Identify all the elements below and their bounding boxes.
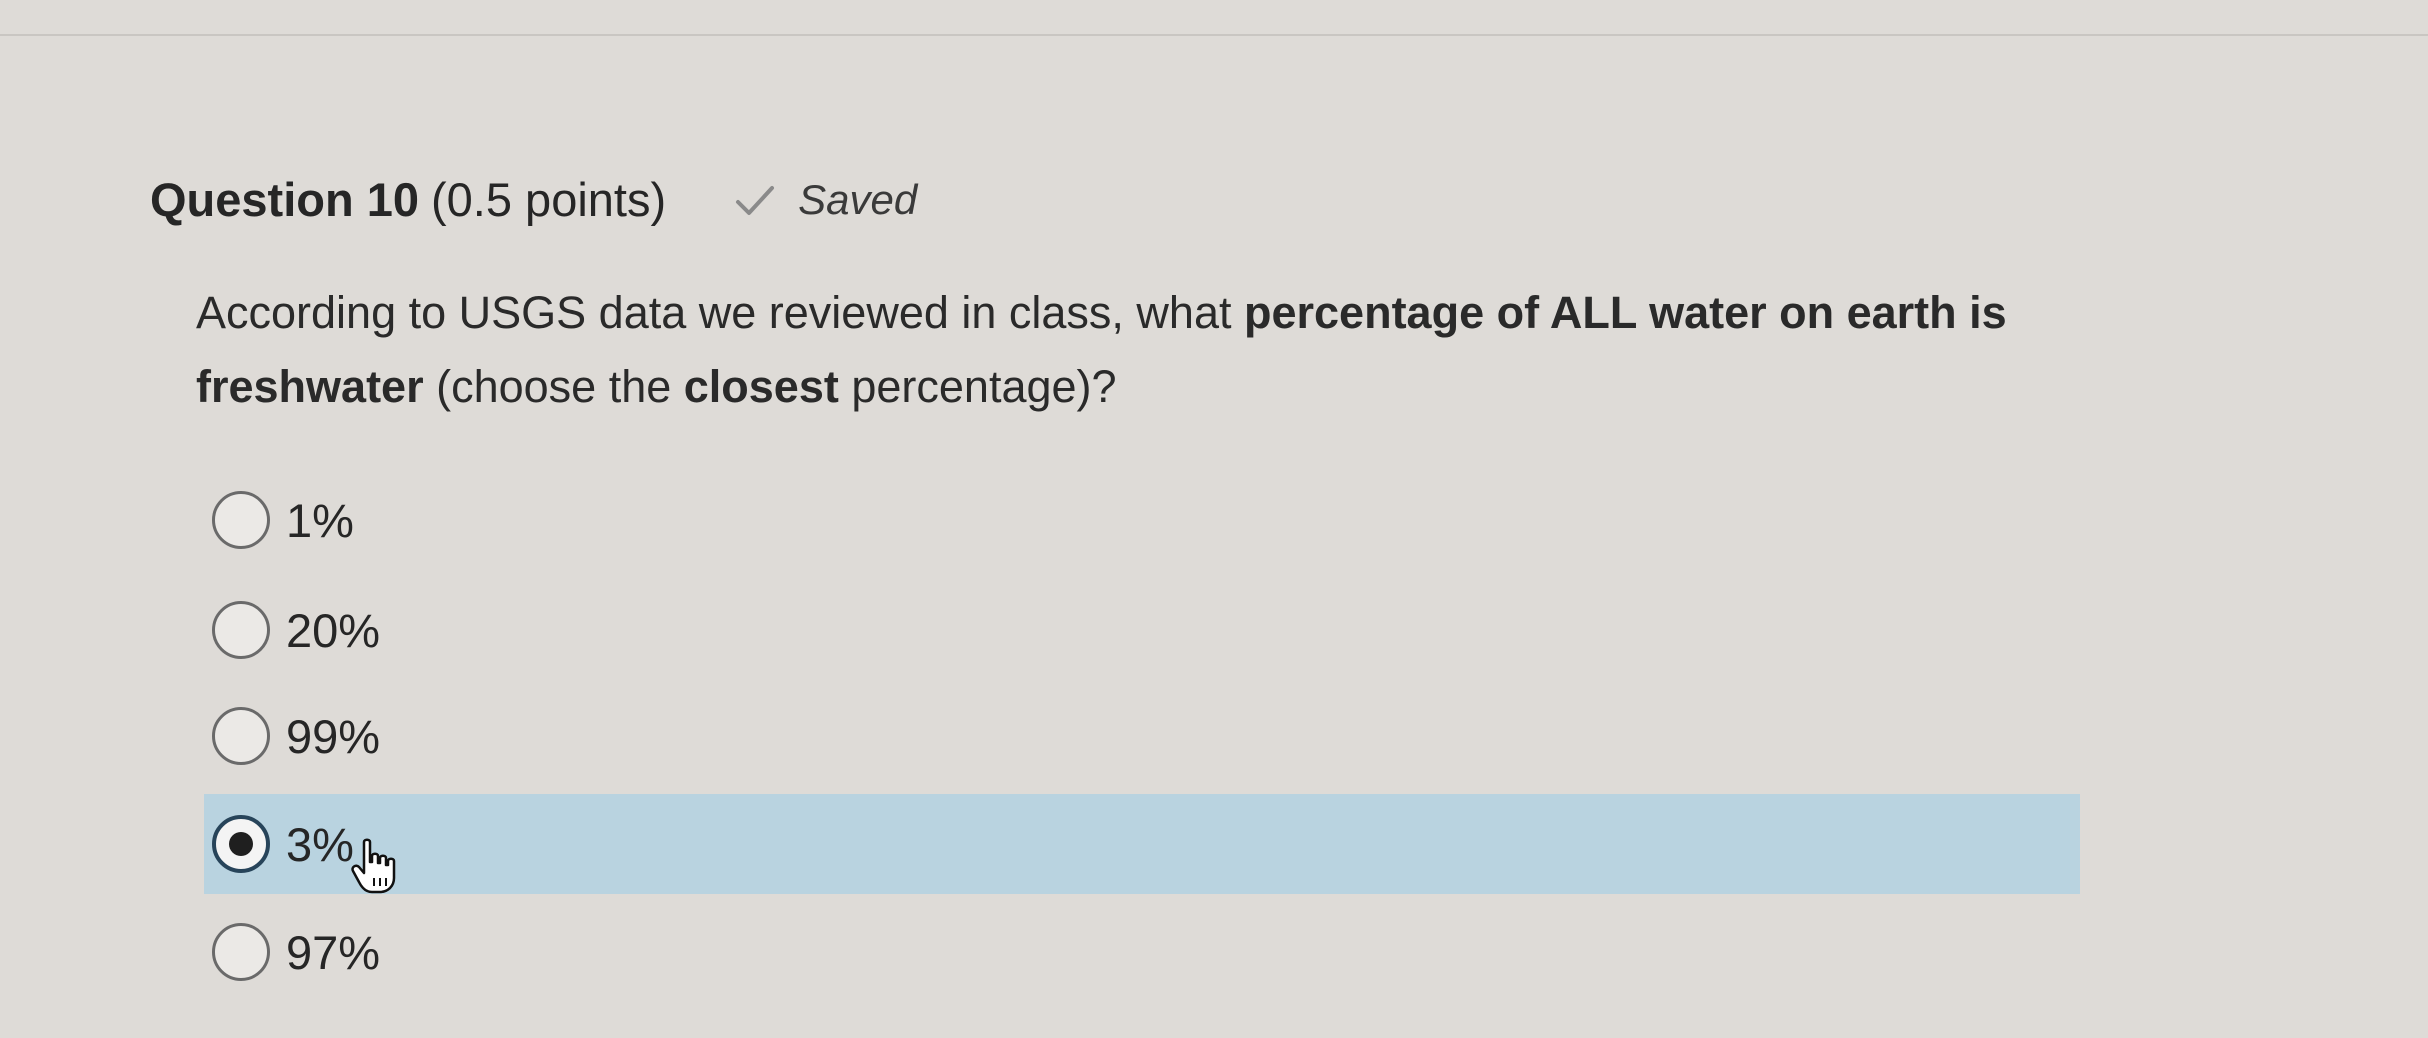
question-prompt: According to USGS data we reviewed in cl… bbox=[196, 276, 2096, 424]
question-header: Question 10 (0.5 points) Saved bbox=[150, 172, 917, 227]
prompt-part-bold: closest bbox=[683, 361, 839, 412]
saved-status: Saved bbox=[732, 176, 917, 224]
prompt-part: (choose the bbox=[423, 361, 684, 412]
check-icon bbox=[736, 185, 775, 215]
radio-button[interactable] bbox=[212, 707, 270, 765]
saved-label: Saved bbox=[798, 175, 918, 223]
prompt-part-bold: percentage of ALL water bbox=[1244, 287, 1767, 338]
radio-button[interactable] bbox=[212, 923, 270, 981]
prompt-part: percentage)? bbox=[838, 361, 1117, 412]
option-label: 20% bbox=[286, 603, 381, 657]
option-label: 3% bbox=[286, 817, 354, 871]
option-label: 99% bbox=[286, 709, 381, 763]
top-divider bbox=[0, 34, 2428, 36]
question-points: (0.5 points) bbox=[431, 173, 667, 226]
option-label: 97% bbox=[286, 925, 381, 979]
radio-button[interactable] bbox=[212, 601, 270, 659]
answer-option-3[interactable]: 99% bbox=[204, 686, 380, 786]
answer-option-1[interactable]: 1% bbox=[204, 470, 354, 570]
prompt-part: According to USGS data we reviewed in cl… bbox=[196, 287, 1244, 338]
radio-button[interactable] bbox=[212, 491, 270, 549]
question-title: Question 10 bbox=[150, 173, 420, 226]
answer-option-4[interactable]: 3% bbox=[204, 794, 2080, 894]
radio-button-selected[interactable] bbox=[212, 815, 270, 873]
answer-option-5[interactable]: 97% bbox=[204, 902, 380, 1002]
answer-option-2[interactable]: 20% bbox=[204, 580, 380, 680]
hand-pointer-icon bbox=[351, 838, 396, 894]
option-label: 1% bbox=[286, 493, 354, 547]
